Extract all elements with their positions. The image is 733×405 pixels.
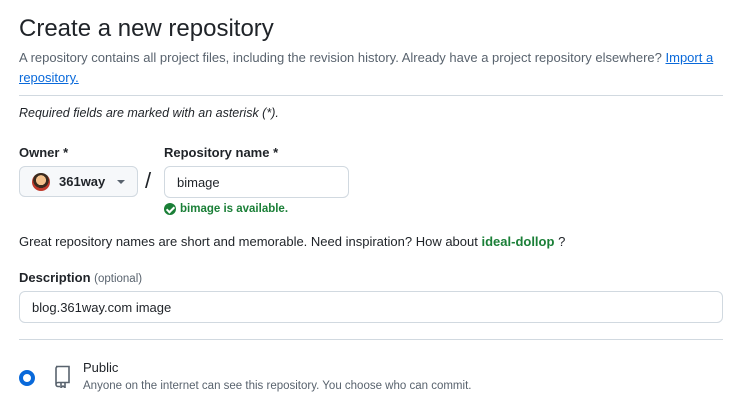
public-option-label: Public <box>83 360 119 375</box>
owner-avatar <box>32 172 50 191</box>
required-fields-note: Required fields are marked with an aster… <box>19 106 279 120</box>
repository-name-label: Repository name * <box>164 145 279 160</box>
chevron-down-icon <box>117 180 125 184</box>
suggested-name-link[interactable]: ideal-dollop <box>481 234 554 249</box>
public-option-description: Anyone on the internet can see this repo… <box>83 380 472 392</box>
optional-tag: (optional) <box>94 273 143 285</box>
owner-label: Owner * <box>19 145 69 160</box>
check-circle-icon <box>164 203 176 215</box>
owner-repo-separator: / <box>145 168 152 193</box>
public-radio[interactable] <box>19 370 35 386</box>
availability-message: bimage is available. <box>164 203 288 215</box>
inspiration-text: Great repository names are short and mem… <box>19 234 478 249</box>
repository-name-input[interactable] <box>164 166 349 198</box>
intro-text: A repository contains all project files,… <box>19 48 723 88</box>
divider <box>19 339 723 340</box>
name-inspiration: Great repository names are short and mem… <box>19 234 565 249</box>
repo-icon <box>55 365 70 388</box>
description-label-text: Description <box>19 270 91 285</box>
divider <box>19 95 723 96</box>
intro-description: A repository contains all project files,… <box>19 50 662 65</box>
owner-name: 361way <box>59 174 106 189</box>
page-title: Create a new repository <box>19 15 274 42</box>
inspiration-suffix: ? <box>558 234 566 249</box>
owner-dropdown[interactable]: 361way <box>19 166 138 197</box>
availability-text: bimage is available. <box>180 203 289 215</box>
description-input[interactable] <box>19 291 723 323</box>
description-label: Description (optional) <box>19 270 142 285</box>
